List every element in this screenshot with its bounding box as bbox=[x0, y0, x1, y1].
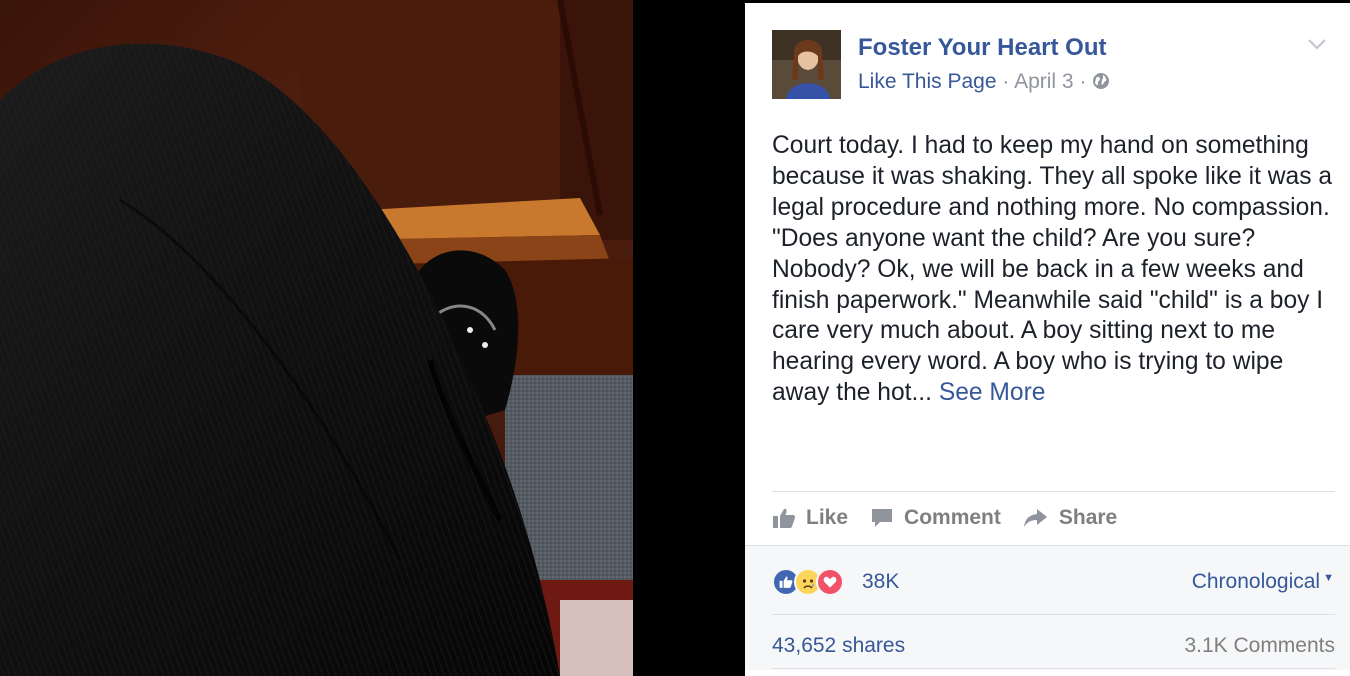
courtroom-photo bbox=[0, 0, 633, 676]
post-text: Court today. I had to keep my hand on so… bbox=[772, 131, 1337, 409]
comment-button[interactable]: Comment bbox=[870, 506, 1001, 530]
divider bbox=[772, 491, 1335, 492]
shares-count[interactable]: 43,652 shares bbox=[772, 634, 905, 658]
divider bbox=[772, 614, 1335, 615]
share-arrow-icon bbox=[1023, 509, 1047, 527]
meta-separator: · bbox=[1002, 70, 1010, 93]
see-more-link[interactable]: See More bbox=[939, 379, 1046, 406]
share-button[interactable]: Share bbox=[1023, 506, 1117, 530]
chevron-down-icon[interactable] bbox=[1307, 37, 1327, 51]
share-label: Share bbox=[1058, 506, 1118, 529]
comments-count[interactable]: 3.1K Comments bbox=[1184, 634, 1335, 658]
reaction-count[interactable]: 38K bbox=[862, 570, 899, 594]
post-meta: Like This Page · April 3 · bbox=[858, 70, 1110, 96]
comment-icon bbox=[872, 509, 893, 527]
avatar-image bbox=[772, 30, 841, 99]
like-page-link[interactable]: Like This Page bbox=[858, 70, 997, 93]
comment-sort-dropdown[interactable]: Chronological ▼ bbox=[1192, 570, 1334, 594]
post-photo[interactable] bbox=[0, 0, 633, 676]
post-side-panel: Foster Your Heart Out Like This Page · A… bbox=[745, 3, 1350, 676]
post-body: Court today. I had to keep my hand on so… bbox=[772, 132, 1333, 407]
reactions-summary: 38K Chronological ▼ 43,652 shares 3.1K Co… bbox=[745, 546, 1350, 670]
like-button[interactable]: Like bbox=[772, 506, 848, 530]
caret-down-icon: ▼ bbox=[1323, 572, 1334, 584]
globe-icon[interactable] bbox=[1092, 72, 1110, 96]
page-avatar[interactable] bbox=[772, 30, 841, 99]
post-actions: Like Comment Share bbox=[772, 503, 1139, 533]
thumbs-up-icon bbox=[773, 508, 796, 528]
meta-separator: · bbox=[1079, 70, 1087, 93]
page-name[interactable]: Foster Your Heart Out bbox=[858, 34, 1106, 62]
like-label: Like bbox=[806, 506, 849, 529]
sort-label: Chronological bbox=[1191, 570, 1321, 593]
photo-letterbox bbox=[633, 0, 745, 676]
divider bbox=[772, 668, 1335, 669]
reaction-icons[interactable] bbox=[772, 568, 844, 596]
love-reaction-icon bbox=[816, 568, 844, 596]
comment-label: Comment bbox=[904, 506, 1001, 529]
post-date[interactable]: April 3 bbox=[1014, 70, 1074, 93]
